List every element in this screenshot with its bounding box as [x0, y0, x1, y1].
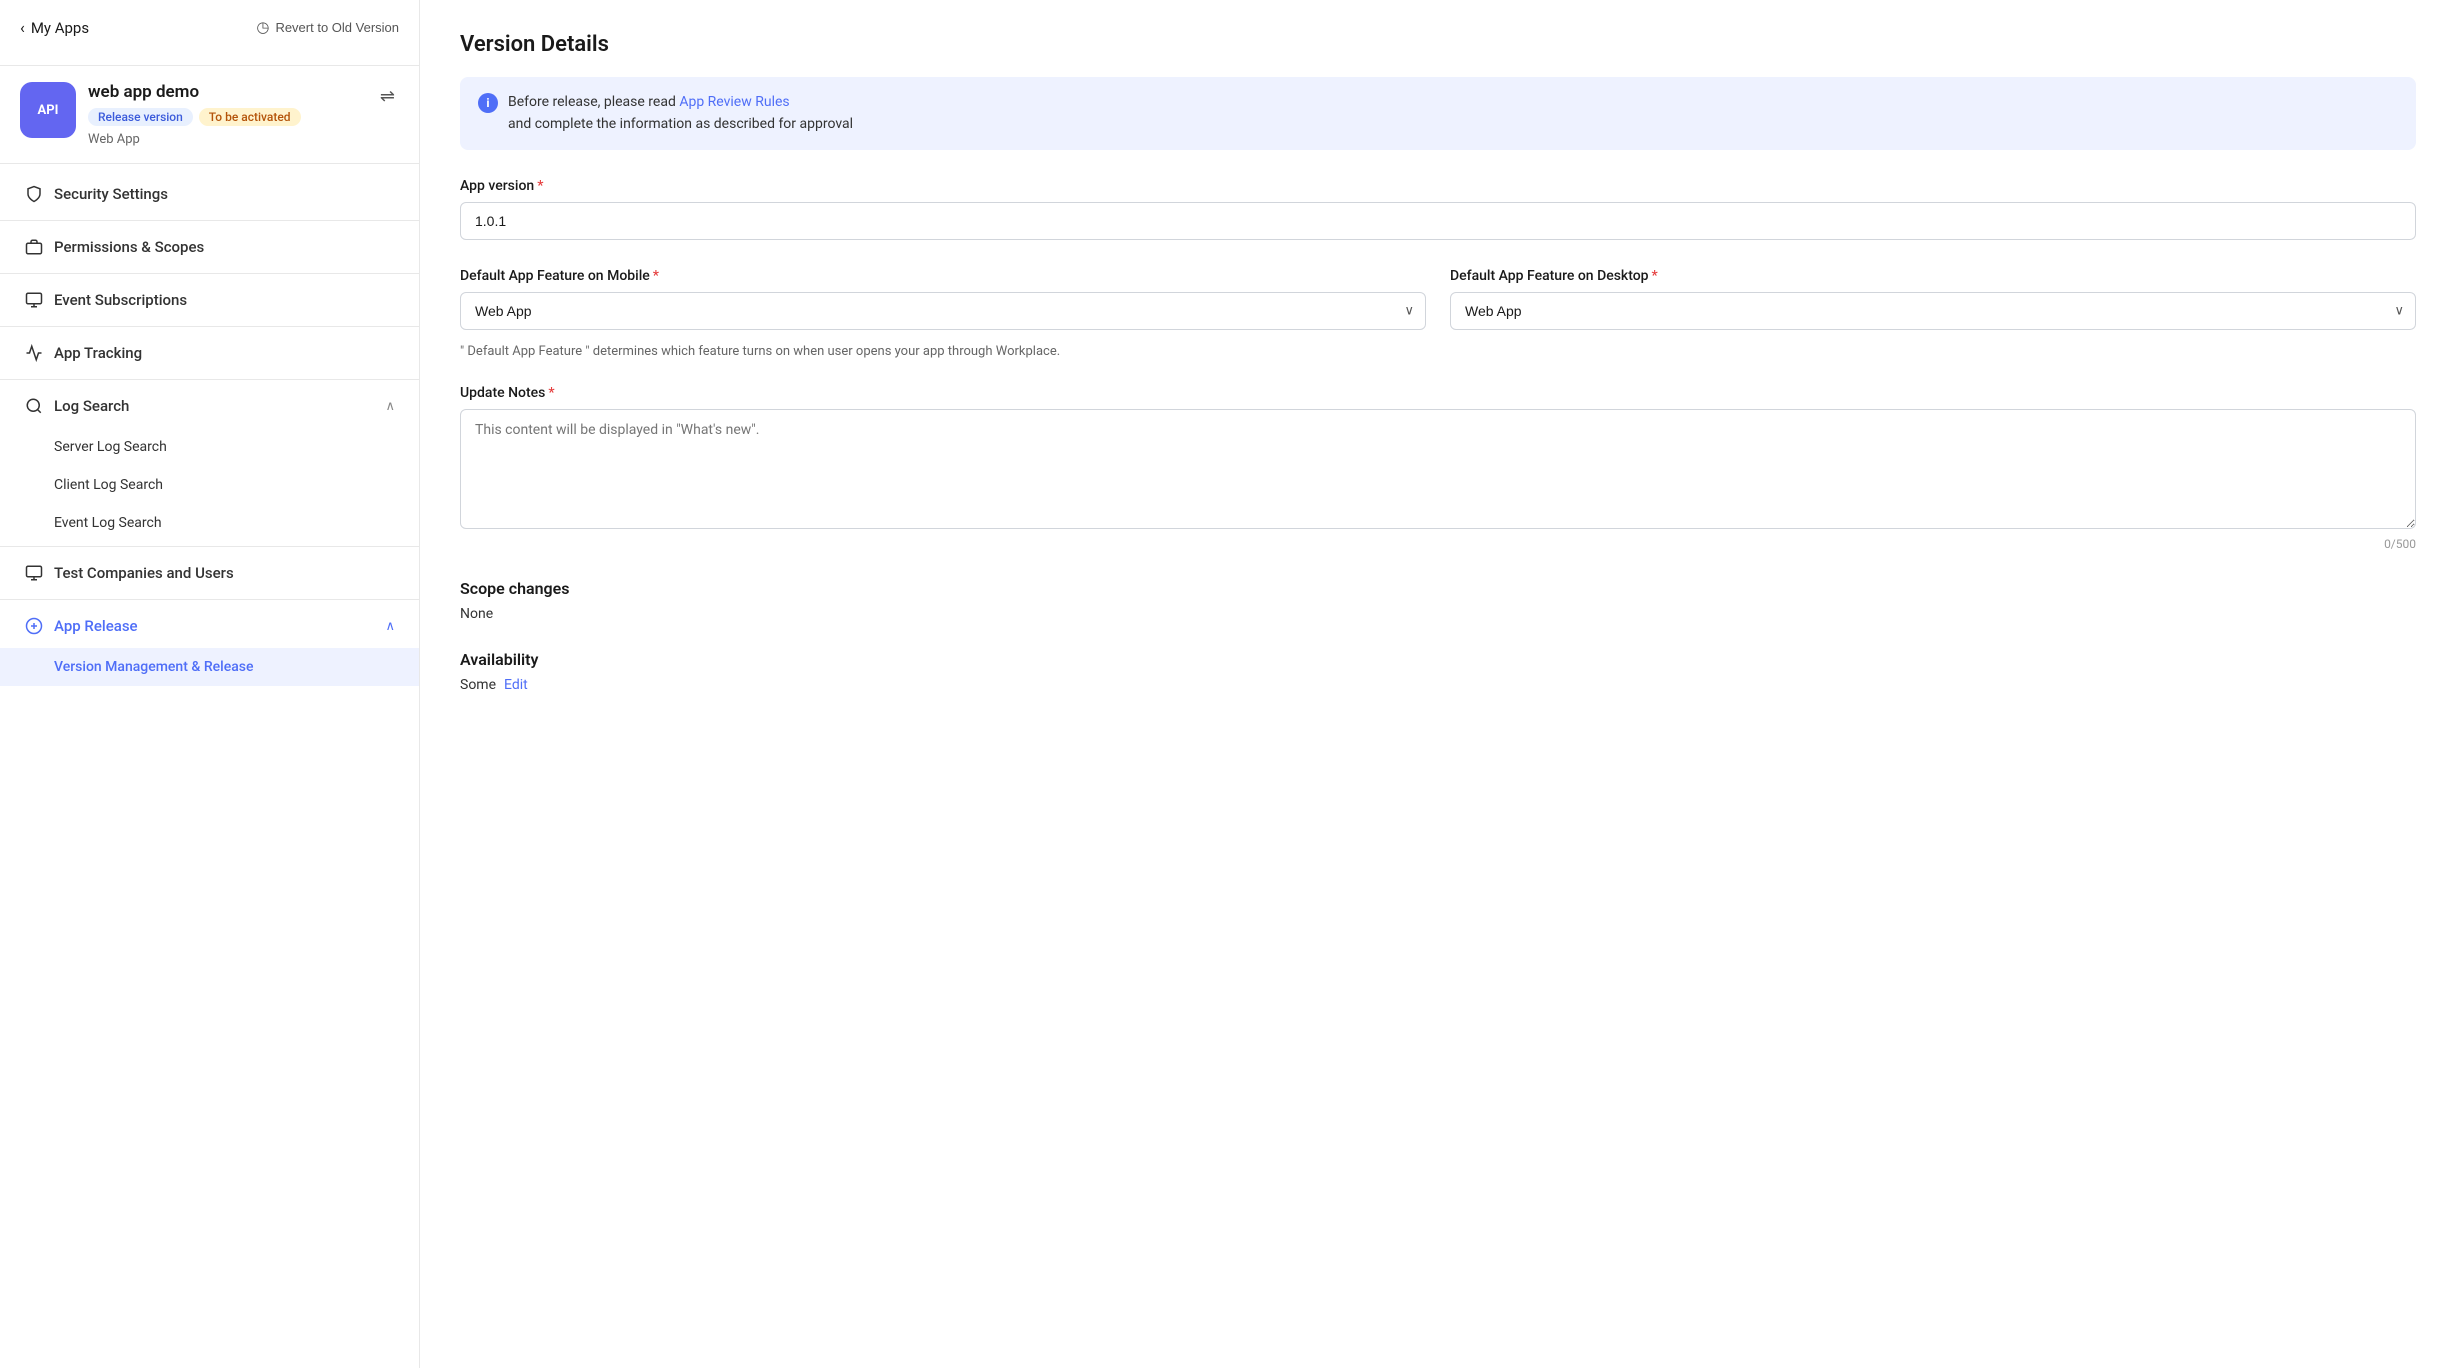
feature-hint: " Default App Feature " determines which…	[460, 342, 2416, 362]
sidebar-item-log[interactable]: Log Search ∧	[0, 384, 419, 428]
app-version-section: App version *	[460, 178, 2416, 240]
sidebar-item-label: Security Settings	[54, 185, 168, 203]
app-type: Web App	[88, 132, 364, 147]
release-sub-nav: Version Management & Release	[0, 648, 419, 686]
sidebar-item-label: Event Subscriptions	[54, 291, 187, 309]
textarea-counter: 0/500	[460, 537, 2416, 551]
log-sub-nav: Server Log Search Client Log Search Even…	[0, 428, 419, 542]
required-star-2: *	[653, 268, 659, 284]
sidebar-item-label: App Tracking	[54, 344, 142, 362]
app-review-link[interactable]: App Review Rules	[679, 94, 789, 110]
banner-text-after: and complete the information as describe…	[508, 116, 853, 132]
transfer-button[interactable]: ⇌	[376, 82, 399, 111]
sub-nav-label: Client Log Search	[54, 477, 163, 493]
desktop-select-wrapper: Web App Native App Bot ∨	[1450, 292, 2416, 330]
activate-badge: To be activated	[199, 108, 301, 126]
app-info: API web app demo Release version To be a…	[0, 66, 419, 164]
sidebar-item-label: Permissions & Scopes	[54, 238, 204, 256]
sub-nav-label: Server Log Search	[54, 439, 167, 455]
sidebar-item-label: Test Companies and Users	[54, 564, 234, 582]
clock-icon: ◷	[256, 18, 269, 36]
sidebar: ‹ My Apps ◷ Revert to Old Version API we…	[0, 0, 420, 1368]
required-star-4: *	[548, 385, 554, 401]
banner-text-before: Before release, please read	[508, 94, 679, 110]
release-badge: Release version	[88, 108, 193, 126]
sidebar-item-events[interactable]: Event Subscriptions	[0, 278, 419, 322]
page-title: Version Details	[460, 32, 2416, 57]
sub-nav-label: Event Log Search	[54, 515, 162, 531]
mobile-feature-select[interactable]: Web App Native App Bot	[460, 292, 1426, 330]
desktop-feature-select[interactable]: Web App Native App Bot	[1450, 292, 2416, 330]
app-badges: Release version To be activated	[88, 108, 364, 126]
shield-icon	[24, 184, 44, 204]
sidebar-item-security[interactable]: Security Settings	[0, 172, 419, 216]
sidebar-item-tracking[interactable]: App Tracking	[0, 331, 419, 375]
scope-changes-label: Scope changes	[460, 579, 2416, 598]
required-star: *	[537, 178, 543, 194]
app-icon: API	[20, 82, 76, 138]
feature-dropdowns: Default App Feature on Mobile * Web App …	[460, 268, 2416, 330]
sidebar-item-version-mgmt[interactable]: Version Management & Release	[0, 648, 419, 686]
sidebar-item-server-log[interactable]: Server Log Search	[0, 428, 419, 466]
sub-nav-label: Version Management & Release	[54, 659, 253, 675]
app-version-label: App version *	[460, 178, 2416, 194]
bag-icon	[24, 237, 44, 257]
chart-icon	[24, 343, 44, 363]
back-label: My Apps	[31, 19, 89, 37]
divider-6	[0, 599, 419, 600]
mobile-select-wrapper: Web App Native App Bot ∨	[460, 292, 1426, 330]
monitor-icon	[24, 290, 44, 310]
app-name: web app demo	[88, 82, 364, 102]
sidebar-item-release[interactable]: App Release ∧	[0, 604, 419, 648]
banner-text: Before release, please read App Review R…	[508, 91, 853, 136]
required-star-3: *	[1652, 268, 1658, 284]
scope-changes-section: Scope changes None	[460, 579, 2416, 622]
sidebar-item-label: App Release	[54, 617, 138, 635]
transfer-icon: ⇌	[380, 86, 395, 106]
desktop-feature-section: Default App Feature on Desktop * Web App…	[1450, 268, 2416, 330]
back-arrow-icon: ‹	[20, 18, 25, 37]
plus-circle-icon	[24, 616, 44, 636]
sidebar-item-client-log[interactable]: Client Log Search	[0, 466, 419, 504]
sidebar-item-label: Log Search	[54, 397, 129, 415]
sidebar-item-event-log[interactable]: Event Log Search	[0, 504, 419, 542]
sidebar-item-permissions[interactable]: Permissions & Scopes	[0, 225, 419, 269]
main-content: Version Details i Before release, please…	[420, 0, 2456, 1368]
desktop-label: Default App Feature on Desktop *	[1450, 268, 2416, 284]
divider-2	[0, 273, 419, 274]
log-icon	[24, 396, 44, 416]
mobile-label: Default App Feature on Mobile *	[460, 268, 1426, 284]
chevron-up-icon-2: ∧	[385, 619, 395, 634]
divider-3	[0, 326, 419, 327]
mobile-feature-section: Default App Feature on Mobile * Web App …	[460, 268, 1426, 330]
divider-4	[0, 379, 419, 380]
users-icon	[24, 563, 44, 583]
availability-section: Availability Some Edit	[460, 650, 2416, 693]
update-notes-section: Update Notes * 0/500	[460, 385, 2416, 551]
availability-row: Some Edit	[460, 677, 2416, 693]
update-notes-label: Update Notes *	[460, 385, 2416, 401]
nav-section: Security Settings Permissions & Scopes E…	[0, 164, 419, 694]
sidebar-item-test[interactable]: Test Companies and Users	[0, 551, 419, 595]
revert-label: Revert to Old Version	[275, 20, 399, 35]
availability-edit-link[interactable]: Edit	[504, 677, 528, 693]
chevron-up-icon: ∧	[385, 399, 395, 414]
app-meta: web app demo Release version To be activ…	[88, 82, 364, 147]
app-version-input[interactable]	[460, 202, 2416, 240]
divider-5	[0, 546, 419, 547]
update-notes-textarea[interactable]	[460, 409, 2416, 529]
sidebar-top: ‹ My Apps ◷ Revert to Old Version	[0, 0, 419, 66]
divider-1	[0, 220, 419, 221]
info-banner: i Before release, please read App Review…	[460, 77, 2416, 150]
info-icon: i	[478, 93, 498, 113]
availability-value: Some	[460, 677, 496, 693]
scope-changes-value: None	[460, 606, 2416, 622]
revert-button[interactable]: ◷ Revert to Old Version	[256, 18, 399, 36]
availability-label: Availability	[460, 650, 2416, 669]
